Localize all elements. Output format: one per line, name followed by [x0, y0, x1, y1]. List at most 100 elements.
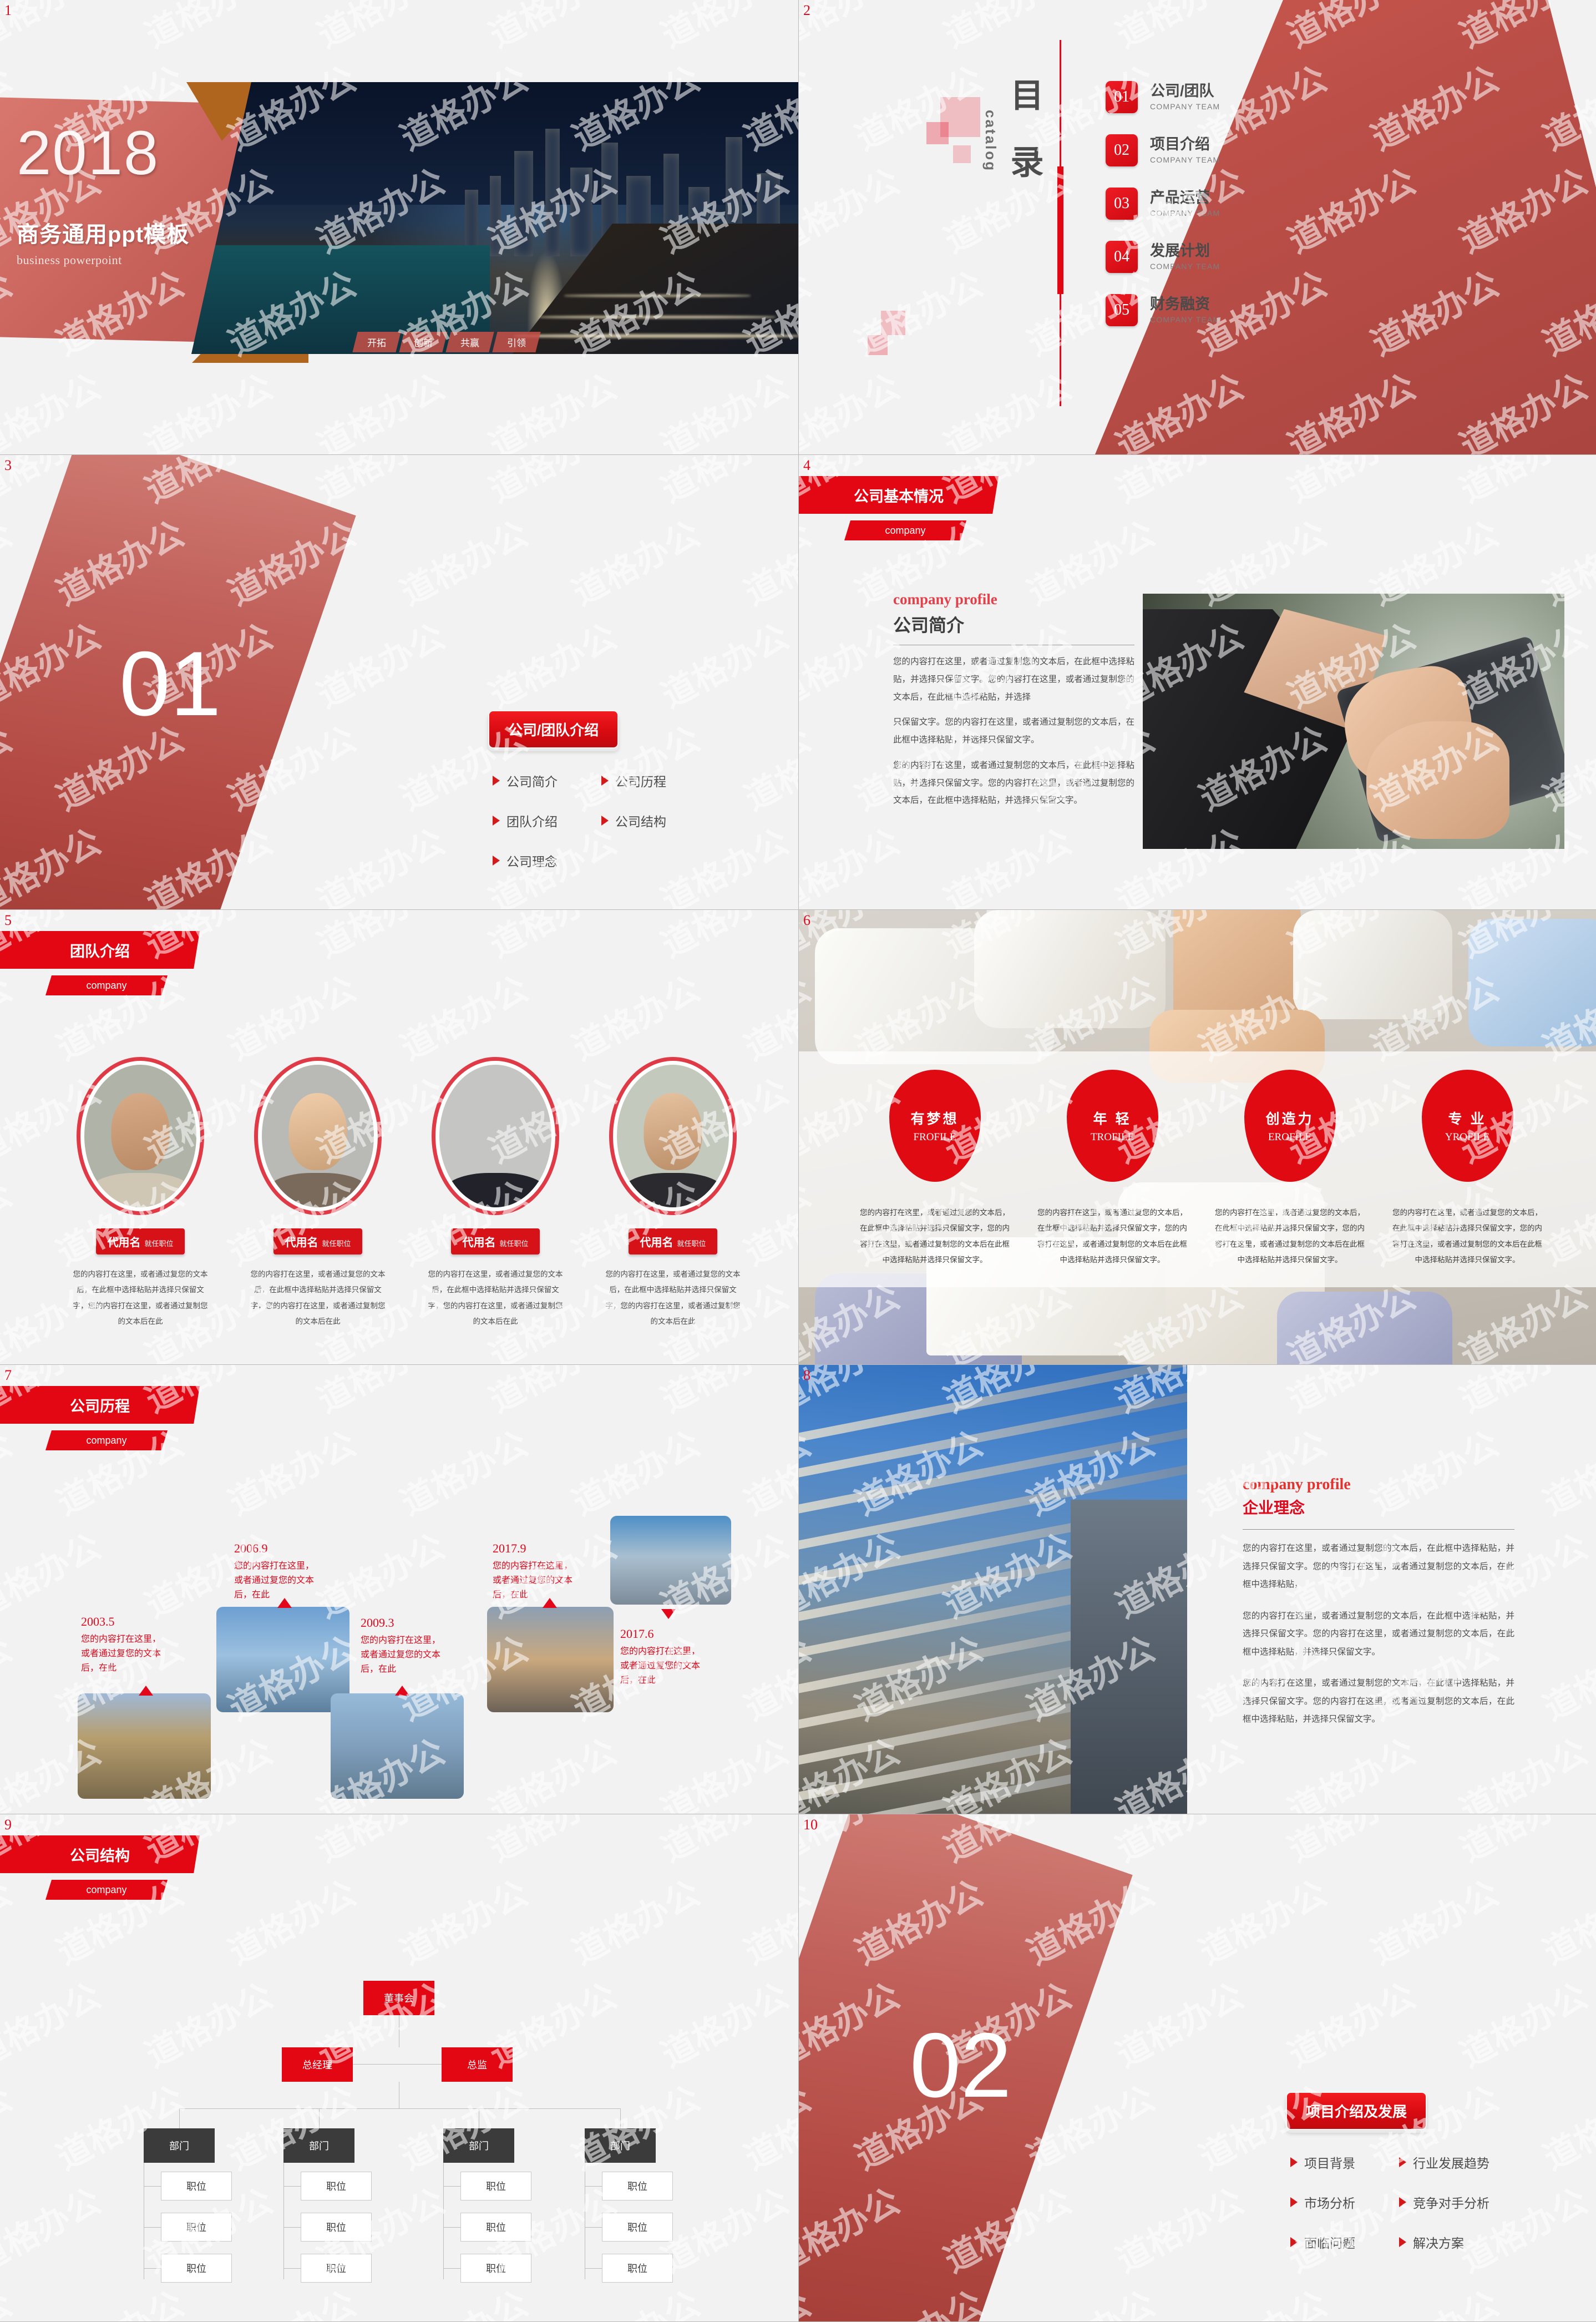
slide-10-section-02[interactable]: 10 02 项目介绍及发展 项目背景 行业发展趋势 市场分析 竞争对手分析 面临…	[799, 1814, 1596, 2322]
member-name-badge: 代用名 就任职位	[451, 1228, 540, 1254]
org-node-label: 职位	[627, 2263, 647, 2274]
value-card[interactable]: 创造力 EROFILE 您的内容打在这里，或者通过复您的文本后，在此框中选择粘贴…	[1209, 1070, 1370, 1268]
section-button[interactable]: 公司/团队介绍	[488, 710, 619, 748]
team-member-grid: 代用名 就任职位 您的内容打在这里，或者通过复您的文本后，在此框中选择粘贴并选择只…	[60, 1057, 753, 1329]
org-node-department[interactable]: 部门	[443, 2128, 514, 2163]
slide-6-team-values[interactable]: 6 有梦想 FROFILE 您的内容打在这里，或者通过复您的文本后，在此框中选择…	[799, 910, 1596, 1365]
team-member-card[interactable]: 代用名 就任职位 您的内容打在这里，或者通过复您的文本后，在此框中选择粘贴并选择只…	[237, 1057, 398, 1329]
slide-5-team[interactable]: 5 团队介绍 company 代用名 就任职位 您的内容打在这里，或者通过复您的文…	[0, 910, 799, 1365]
org-node-label: 总监	[467, 2060, 487, 2071]
section-link-label: 公司历程	[615, 775, 666, 789]
catalog-item[interactable]: 05 财务融资 COMPANY TEAM	[1106, 294, 1220, 326]
slide-4-company-profile[interactable]: 4 公司基本情况 company company profile 公司简介 您的…	[799, 455, 1596, 910]
org-node-department[interactable]: 部门	[585, 2128, 656, 2163]
value-badge: 有梦想 FROFILE	[889, 1070, 981, 1182]
value-card-grid: 有梦想 FROFILE 您的内容打在这里，或者通过复您的文本后，在此框中选择粘贴…	[854, 1070, 1548, 1268]
org-node-label: 部门	[309, 2141, 329, 2152]
section-link[interactable]: 市场分析	[1290, 2193, 1399, 2212]
org-node-position[interactable]: 职位	[602, 2213, 673, 2242]
section-link[interactable]: 公司简介	[493, 771, 601, 790]
timeline-text: 您的内容打在这里，或者通过复您的文本后，在此	[493, 1561, 573, 1600]
timeline-item[interactable]: 2017.9 您的内容打在这里，或者通过复您的文本后，在此	[493, 1541, 576, 1602]
org-node-gm[interactable]: 总经理	[282, 2047, 353, 2082]
catalog-item-label-cn: 项目介绍	[1150, 136, 1210, 153]
team-member-card[interactable]: 代用名 就任职位 您的内容打在这里，或者通过复您的文本后，在此框中选择粘贴并选择只…	[415, 1057, 576, 1329]
watermark-text: 道格办公	[1017, 2276, 1162, 2321]
philosophy-paragraph: 您的内容打在这里，或者通过复制您的文本后，在此框中选择粘贴，并选择只保留文字。您…	[1243, 1611, 1514, 1657]
section-link[interactable]: 竞争对手分析	[1399, 2193, 1532, 2212]
slide-7-timeline[interactable]: 7 公司历程 company 2003.5 您的内容打在这里，或者通过复您的文本…	[0, 1365, 799, 1814]
avatar-ring	[609, 1057, 737, 1215]
slide-3-section-01[interactable]: 3 01 公司/团队介绍 公司简介 公司历程 团队介绍 公司结构 公司理念 道格…	[0, 455, 799, 910]
org-node-position[interactable]: 职位	[301, 2172, 372, 2200]
section-link[interactable]: 行业发展趋势	[1399, 2153, 1532, 2172]
org-node-position[interactable]: 职位	[161, 2172, 232, 2200]
catalog-item[interactable]: 04 发展计划 COMPANY TEAM	[1106, 241, 1220, 273]
timeline-item[interactable]: 2003.5 您的内容打在这里，或者通过复您的文本后，在此	[81, 1615, 164, 1676]
org-node-position[interactable]: 职位	[301, 2213, 372, 2242]
value-card[interactable]: 年 轻 TROFILE 您的内容打在这里，或者通过复您的文本后，在此框中选择粘贴…	[1032, 1070, 1193, 1268]
section-link-label: 公司简介	[506, 775, 558, 789]
section-link[interactable]: 公司结构	[601, 811, 710, 830]
section-link[interactable]: 公司历程	[601, 771, 710, 790]
catalog-item[interactable]: 01 公司/团队 COMPANY TEAM	[1106, 81, 1220, 113]
org-node-position[interactable]: 职位	[161, 2213, 232, 2242]
cover-title-cn: 商务通用ppt模板	[17, 222, 190, 247]
org-node-position[interactable]: 职位	[460, 2172, 531, 2200]
section-link[interactable]: 面临问题	[1290, 2233, 1399, 2252]
timeline-item[interactable]: 2009.3 您的内容打在这里，或者通过复您的文本后，在此	[361, 1616, 444, 1677]
divider	[1243, 1529, 1514, 1530]
org-node-department[interactable]: 部门	[283, 2128, 354, 2163]
org-node-label: 职位	[627, 2222, 647, 2233]
section-link[interactable]: 公司理念	[493, 851, 601, 870]
org-node-position[interactable]: 职位	[301, 2254, 372, 2283]
slide-8-philosophy[interactable]: 8 company profile 企业理念 您的内容打在这里，或者通过复制您的…	[799, 1365, 1596, 1814]
timeline-photo	[331, 1693, 464, 1799]
watermark-text: 道格办公	[799, 366, 906, 455]
catalog-item[interactable]: 03 产品运营 COMPANY TEAM	[1106, 188, 1220, 220]
org-node-position[interactable]: 职位	[460, 2254, 531, 2283]
section-link[interactable]: 团队介绍	[493, 811, 601, 830]
value-card[interactable]: 专 业 YROFILE 您的内容打在这里，或者通过复您的文本后，在此框中选择粘贴…	[1387, 1070, 1548, 1268]
org-node-position[interactable]: 职位	[460, 2213, 531, 2242]
member-name: 代用名	[640, 1237, 673, 1249]
avatar-ring	[432, 1057, 559, 1215]
member-name-badge: 代用名 就任职位	[96, 1228, 185, 1254]
timeline-marker-up-icon	[543, 1598, 557, 1608]
watermark-text: 道格办公	[1533, 2276, 1596, 2321]
org-node-position[interactable]: 职位	[161, 2254, 232, 2283]
catalog-item-label-en: COMPANY TEAM	[1150, 315, 1220, 324]
team-member-card[interactable]: 代用名 就任职位 您的内容打在这里，或者通过复您的文本后，在此框中选择粘贴并选择只…	[60, 1057, 221, 1329]
org-node-director[interactable]: 总监	[442, 2047, 513, 2082]
slide-9-org-chart[interactable]: 9 公司结构 company 董事会 总经理 总监 部门 部门 部门 部门 职位…	[0, 1814, 799, 2322]
watermark-text: 道格办公	[937, 0, 1078, 56]
catalog-item[interactable]: 02 项目介绍 COMPANY TEAM	[1106, 134, 1220, 166]
timeline-text: 您的内容打在这里，或者通过复您的文本后，在此	[81, 1635, 161, 1673]
timeline-item[interactable]: 2006.9 您的内容打在这里，或者通过复您的文本后，在此	[234, 1541, 317, 1602]
section-link[interactable]: 项目背景	[1290, 2153, 1399, 2172]
cover-tag-label: 共赢	[460, 338, 479, 348]
watermark-text: 道格办公	[482, 366, 624, 455]
value-card[interactable]: 有梦想 FROFILE 您的内容打在这里，或者通过复您的文本后，在此框中选择粘贴…	[854, 1070, 1015, 1268]
team-member-card[interactable]: 代用名 就任职位 您的内容打在这里，或者通过复您的文本后，在此框中选择粘贴并选择只…	[592, 1057, 753, 1329]
cover-tag[interactable]: 共赢	[445, 332, 494, 352]
org-node-department[interactable]: 部门	[144, 2128, 215, 2163]
section-link[interactable]: 解决方案	[1399, 2233, 1532, 2252]
slide-2-catalog[interactable]: 2 catalog 目 录 01 公司/团队 COMPANY TEAM 02 项…	[799, 0, 1596, 455]
watermark-text: 道格办公	[310, 615, 452, 716]
org-node-position[interactable]: 职位	[602, 2172, 673, 2200]
cover-tag[interactable]: 开拓	[352, 332, 401, 352]
org-node-board[interactable]: 董事会	[363, 1981, 434, 2015]
org-node-label: 职位	[186, 2181, 206, 2192]
org-node-position[interactable]: 职位	[602, 2254, 673, 2283]
cover-tag-label: 引领	[507, 338, 526, 348]
timeline-item[interactable]: 2017.6 您的内容打在这里，或者通过复您的文本后，在此	[620, 1627, 703, 1688]
triangle-icon	[1399, 2237, 1406, 2247]
cover-tag[interactable]: 引领	[492, 332, 541, 352]
slide-number: 3	[4, 457, 12, 473]
catalog-title-cn: 目 录	[1006, 78, 1043, 190]
slide-1-cover[interactable]: 1 2018 商务通用ppt模板 business powerpoint 开拓 …	[0, 0, 799, 455]
cover-tag[interactable]: 创新	[399, 332, 448, 352]
section-button[interactable]: 项目介绍及发展	[1286, 2092, 1427, 2130]
triangle-icon	[1290, 2157, 1298, 2167]
